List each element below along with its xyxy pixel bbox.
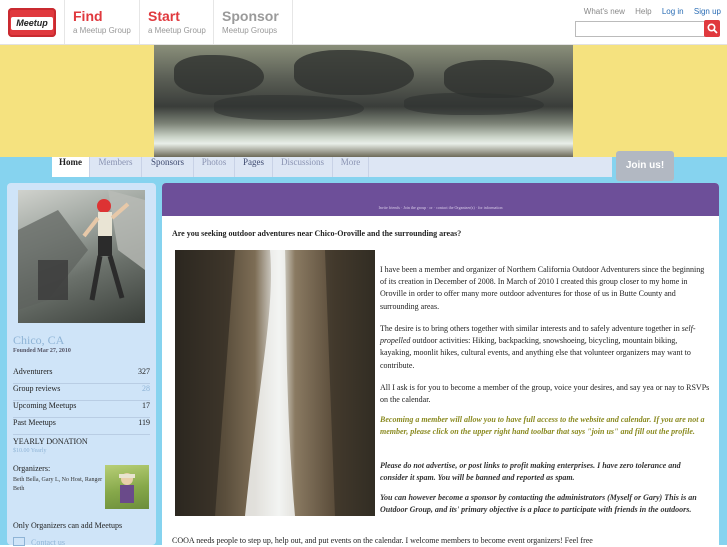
top-links: What's new Help Log in Sign up [576,7,721,16]
group-photo[interactable] [18,190,145,323]
top-bar: Meetup Find a Meetup Group Start a Meetu… [0,0,727,45]
stat-group-reviews[interactable]: Group reviews 28 [13,384,150,401]
nav-find-subtitle: a Meetup Group [73,26,131,35]
signup-link[interactable]: Sign up [694,7,721,16]
contact-us-label: Contact us [31,538,65,547]
invite-bar-text[interactable]: Invite friends · Join the group · or · c… [162,205,719,210]
stat-past-meetups[interactable]: Past Meetups 119 [13,418,150,435]
paragraph-2-part-1: The desire is to bring others together w… [380,324,682,333]
yearly-donation-amount: $10.00 Yearly [13,448,47,454]
banner-photo [154,45,573,157]
organizer-photo[interactable] [105,465,149,509]
nav-find-title: Find [73,8,103,24]
stat-adventurers[interactable]: Adventurers 327 [13,367,150,384]
paragraph-3: All I ask is for you to become a member … [380,383,710,405]
tab-sponsors[interactable]: Sponsors [142,157,194,177]
stat-label: Group reviews [13,384,61,393]
waterfall-photo[interactable] [175,250,375,516]
paragraph-5: Please do not advertise, or post links t… [380,461,681,483]
paragraph-2-part-2: outdoor activities: Hiking, backpacking,… [380,336,691,370]
tab-members[interactable]: Members [90,157,142,177]
tab-pages[interactable]: Pages [235,157,273,177]
login-link[interactable]: Log in [662,7,684,16]
paragraph-2: The desire is to bring others together w… [380,323,710,372]
stat-value: 17 [142,401,150,410]
group-tabs: Home Members Sponsors Photos Pages Discu… [52,157,612,177]
group-city[interactable]: Chico, CA [13,333,64,348]
stat-upcoming-meetups[interactable]: Upcoming Meetups 17 [13,401,150,418]
meetup-logo[interactable]: Meetup [8,8,56,37]
paragraph-7: COOA needs people to step up, help out, … [172,536,593,545]
stat-value: 327 [138,367,150,376]
stat-label: Adventurers [13,367,53,376]
nav-sponsor-title: Sponsor [222,8,279,24]
tab-photos[interactable]: Photos [194,157,235,177]
help-link[interactable]: Help [635,7,651,16]
organizers-label: Organizers: [13,464,51,473]
tab-more[interactable]: More [333,157,369,177]
stat-value: 28 [142,384,150,393]
stat-label: Upcoming Meetups [13,401,77,410]
search-button[interactable] [704,20,720,37]
logo-text: Meetup [11,17,53,30]
nav-start[interactable]: Start a Meetup Group [139,0,218,44]
climber-photo-illustration [18,190,145,310]
nav-start-subtitle: a Meetup Group [148,26,206,35]
only-organizers-note: Only Organizers can add Meetups [13,521,123,530]
organizer-avatar-illustration [119,473,135,503]
nav-start-title: Start [148,8,180,24]
join-us-button[interactable]: Join us! [616,151,674,181]
paragraph-4: Becoming a member will allow you to have… [380,415,705,437]
yearly-donation: YEARLY DONATION [13,437,88,446]
contact-us-link[interactable]: Contact us [13,537,65,547]
whats-new-link[interactable]: What's new [584,7,625,16]
organizers-names[interactable]: Beth Bella, Gary L, No Host, Ranger Beth [13,476,108,494]
nav-find[interactable]: Find a Meetup Group [64,0,143,44]
search-input[interactable] [575,21,705,37]
stat-label: Past Meetups [13,418,56,427]
paragraph-6: You can however become a sponsor by cont… [380,493,697,515]
tab-discussions[interactable]: Discussions [273,157,333,177]
intro-text: Are you seeking outdoor adventures near … [172,229,462,238]
tab-home[interactable]: Home [52,157,90,177]
nav-sponsor[interactable]: Sponsor Meetup Groups [213,0,293,44]
invite-bar [162,183,719,216]
stat-value: 119 [138,418,150,427]
founded-date: Founded Mar 27, 2010 [13,348,71,354]
waterfall-illustration [175,250,375,516]
search-icon [707,23,718,34]
paragraph-1: I have been a member and organizer of No… [380,265,705,311]
sidebar: Chico, CA Founded Mar 27, 2010 Adventure… [7,183,156,547]
nav-sponsor-subtitle: Meetup Groups [222,26,278,35]
